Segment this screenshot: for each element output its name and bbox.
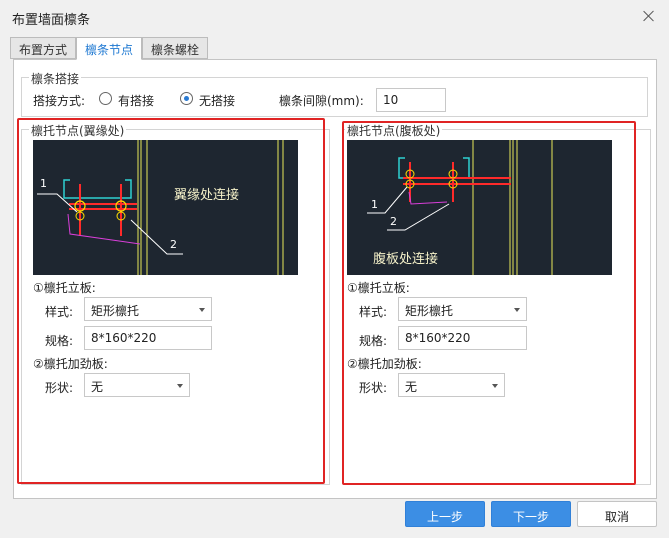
title-bar: 布置墙面檩条 [0, 0, 669, 36]
radio-overlap[interactable] [99, 92, 112, 105]
highlight-box-left [17, 118, 325, 484]
prev-button[interactable]: 上一步 [405, 501, 485, 527]
tab-layout-mode[interactable]: 布置方式 [10, 37, 76, 59]
tab-purlin-bolt[interactable]: 檩条螺栓 [142, 37, 208, 59]
cancel-button[interactable]: 取消 [577, 501, 657, 527]
highlight-box-right [342, 121, 636, 485]
radio-no-overlap[interactable] [180, 92, 193, 105]
gap-input[interactable]: 10 [376, 88, 446, 112]
overlap-mode-label: 搭接方式: [33, 94, 86, 108]
tab-purlin-node[interactable]: 檩条节点 [76, 37, 142, 60]
close-icon[interactable] [639, 6, 659, 26]
next-button[interactable]: 下一步 [491, 501, 571, 527]
overlap-legend: 檩条搭接 [29, 70, 82, 87]
gap-label: 檩条间隙(mm): [279, 94, 364, 108]
radio-overlap-label[interactable]: 有搭接 [118, 92, 154, 109]
dialog-title: 布置墙面檩条 [12, 13, 91, 28]
radio-no-overlap-label[interactable]: 无搭接 [199, 92, 235, 109]
